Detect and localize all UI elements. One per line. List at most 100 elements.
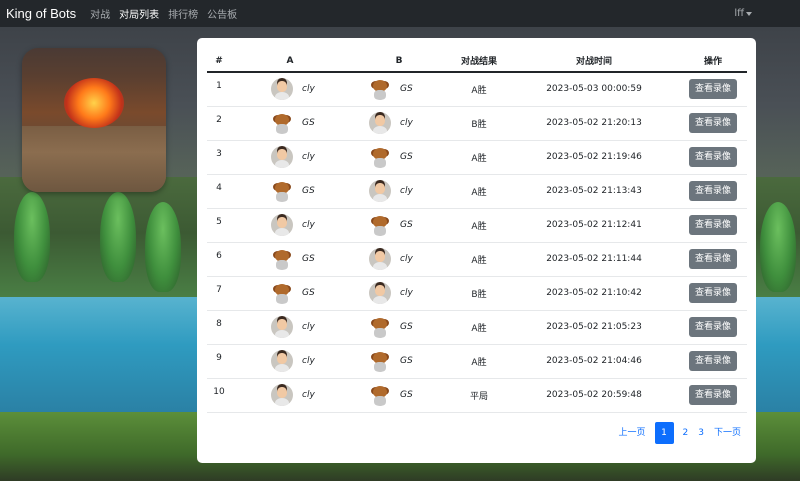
row-number: 3 — [216, 148, 222, 159]
player-a: cly — [231, 384, 349, 406]
view-replay-button[interactable]: 查看录像 — [688, 249, 737, 269]
player-b-name: GS — [400, 152, 413, 162]
background-tree — [760, 202, 796, 292]
player-b-cell: GS — [349, 72, 449, 106]
action-cell: 查看录像 — [679, 208, 747, 242]
bear-avatar-icon — [271, 282, 293, 304]
time-cell: 2023-05-03 00:00:59 — [546, 84, 642, 95]
time-cell: 2023-05-02 20:59:48 — [546, 390, 642, 400]
background-tree — [145, 202, 181, 292]
bear-avatar-icon — [369, 384, 391, 406]
player-a-name: cly — [302, 152, 315, 162]
player-b-name: cly — [400, 186, 413, 196]
player-a-name: GS — [302, 118, 315, 128]
bear-avatar-icon — [369, 350, 391, 372]
player-b: cly — [349, 248, 449, 270]
navbar: King of Bots 对战 对局列表 排行榜 公告板 lff — [0, 0, 800, 27]
table-row: 8 cly GS A胜 2023-05-02 21:05:23 查看录像 — [207, 310, 747, 344]
action-cell: 查看录像 — [679, 310, 747, 344]
player-a-name: cly — [302, 220, 315, 230]
header-player-a: A — [231, 50, 349, 73]
time-cell: 2023-05-02 21:13:43 — [546, 186, 642, 196]
row-number: 1 — [216, 81, 222, 91]
view-replay-button[interactable]: 查看录像 — [688, 351, 737, 371]
player-a-cell: cly — [231, 310, 349, 344]
result-cell: B胜 — [471, 119, 487, 130]
player-a-name: GS — [302, 254, 315, 264]
player-b: cly — [349, 282, 449, 304]
brand-link[interactable]: King of Bots — [6, 6, 76, 21]
player-b: GS — [349, 384, 449, 406]
prev-page-button[interactable]: 上一页 — [614, 422, 651, 444]
player-a-cell: GS — [231, 242, 349, 276]
page-2-button[interactable]: 2 — [678, 422, 694, 444]
player-b-name: GS — [400, 220, 413, 230]
bear-avatar-icon — [369, 316, 391, 338]
player-a: cly — [231, 350, 349, 372]
view-replay-button[interactable]: 查看录像 — [688, 181, 737, 201]
player-b: GS — [349, 146, 449, 168]
time-cell: 2023-05-02 21:12:41 — [546, 220, 642, 230]
player-a: GS — [231, 180, 349, 202]
header-player-b: B — [349, 50, 449, 73]
action-cell: 查看录像 — [679, 72, 747, 106]
man-avatar-icon — [271, 78, 293, 101]
player-b: GS — [349, 214, 449, 236]
man-avatar-icon — [369, 180, 391, 202]
view-replay-button[interactable]: 查看录像 — [688, 317, 737, 337]
view-replay-button[interactable]: 查看录像 — [688, 113, 737, 133]
nav-item-record[interactable]: 对局列表 — [119, 6, 159, 21]
time-cell: 2023-05-02 21:11:44 — [546, 254, 642, 264]
table-row: 1 cly GS A胜 2023-05-03 00:00:59 查看录像 — [207, 72, 747, 106]
page-1-button[interactable]: 1 — [654, 422, 674, 444]
view-replay-button[interactable]: 查看录像 — [688, 215, 737, 235]
player-b-cell: GS — [349, 208, 449, 242]
action-cell: 查看录像 — [679, 378, 747, 412]
bear-avatar-icon — [271, 248, 293, 270]
view-replay-button[interactable]: 查看录像 — [688, 385, 737, 405]
player-b-name: GS — [400, 84, 413, 95]
player-a: cly — [231, 316, 349, 338]
view-replay-button[interactable]: 查看录像 — [688, 283, 737, 303]
result-cell: A胜 — [471, 357, 487, 368]
table-row: 9 cly GS A胜 2023-05-02 21:04:46 查看录像 — [207, 344, 747, 378]
man-avatar-icon — [271, 146, 293, 168]
page-3-button[interactable]: 3 — [693, 422, 709, 444]
table-header-row: # A B 对战结果 对战时间 操作 — [207, 50, 747, 73]
row-number: 8 — [216, 318, 222, 329]
pagination: 上一页 1 2 3 下一页 — [614, 422, 747, 444]
record-table: # A B 对战结果 对战时间 操作 1 cly GS A胜 2023-05-03 00… — [207, 50, 747, 413]
player-b: GS — [349, 78, 449, 101]
header-action: 操作 — [679, 50, 747, 73]
player-b-cell: GS — [349, 378, 449, 412]
bear-avatar-icon — [271, 180, 293, 202]
result-cell: A胜 — [471, 187, 487, 198]
user-avatar-card — [22, 48, 166, 192]
table-row: 2 GS cly B胜 2023-05-02 21:20:13 查看录像 — [207, 106, 747, 140]
time-cell: 2023-05-02 21:04:46 — [546, 356, 642, 366]
player-a-name: GS — [302, 186, 315, 196]
man-avatar-icon — [271, 214, 293, 236]
result-cell: B胜 — [471, 289, 487, 300]
time-cell: 2023-05-02 21:19:46 — [546, 152, 642, 162]
view-replay-button[interactable]: 查看录像 — [688, 147, 737, 167]
player-a-name: cly — [302, 84, 315, 95]
man-avatar-icon — [271, 350, 293, 372]
player-b-name: cly — [400, 288, 413, 298]
result-cell: A胜 — [471, 221, 487, 232]
view-replay-button[interactable]: 查看录像 — [688, 79, 737, 100]
next-page-button[interactable]: 下一页 — [709, 422, 746, 444]
row-number: 4 — [216, 182, 222, 193]
table-row: 7 GS cly B胜 2023-05-02 21:10:42 查看录像 — [207, 276, 747, 310]
result-cell: A胜 — [471, 323, 487, 334]
nav-item-bulletin[interactable]: 公告板 — [207, 6, 237, 21]
nav-item-pk[interactable]: 对战 — [90, 6, 110, 21]
result-cell: A胜 — [471, 255, 487, 266]
action-cell: 查看录像 — [679, 106, 747, 140]
man-avatar-icon — [369, 282, 391, 304]
player-b-name: GS — [400, 390, 413, 400]
player-b-cell: GS — [349, 344, 449, 378]
user-menu-dropdown[interactable]: lff — [734, 0, 752, 27]
nav-item-ranklist[interactable]: 排行榜 — [168, 6, 198, 21]
player-b-cell: cly — [349, 106, 449, 140]
